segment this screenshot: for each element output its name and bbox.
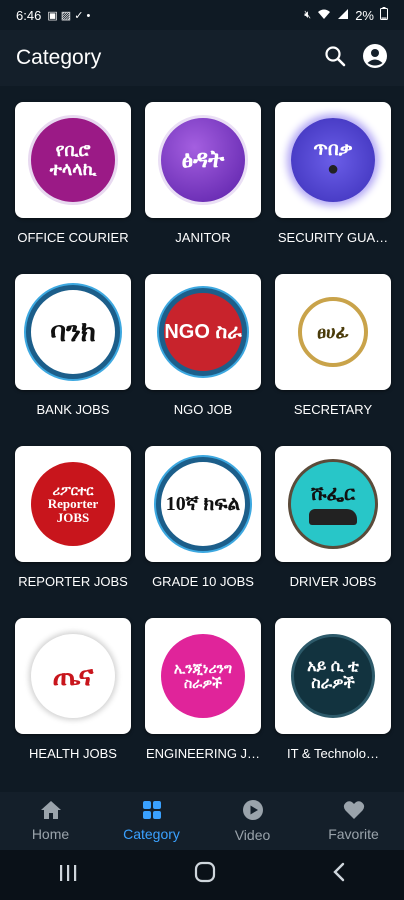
car-icon: [309, 508, 357, 525]
bank-jobs-logo: ባንክ: [26, 285, 120, 379]
status-right: 🔇︎ 2%: [304, 7, 388, 23]
category-label: OFFICE COURIER: [17, 230, 129, 245]
nav-favorite[interactable]: Favorite: [309, 800, 399, 842]
notification-icons: ▣ ▨ ✓ •: [47, 9, 91, 22]
category-card-reporter-jobs[interactable]: ሪፖርተር Reporter JOBS: [15, 446, 131, 562]
category-label: REPORTER JOBS: [18, 574, 128, 589]
engineering-jobs-logo: ኢንጂነሪንግ ስራዎች: [161, 634, 245, 718]
health-jobs-logo: ጤና: [31, 634, 115, 718]
category-card-janitor[interactable]: ፅዳት: [145, 102, 261, 218]
category-card-health-jobs[interactable]: ጤና: [15, 618, 131, 734]
app-actions: [324, 43, 388, 74]
recent-apps-icon[interactable]: [58, 862, 78, 888]
nav-favorite-label: Favorite: [328, 826, 379, 842]
ngo-job-logo: NGO ስራ: [159, 288, 247, 376]
search-icon[interactable]: [324, 45, 346, 72]
category-card-bank-jobs[interactable]: ባንክ: [15, 274, 131, 390]
grid-icon: [142, 800, 162, 823]
category-label: DRIVER JOBS: [289, 574, 377, 589]
soldier-icon: ●: [326, 158, 340, 181]
back-icon[interactable]: [332, 862, 346, 888]
category-label: ENGINEERING J…: [145, 746, 261, 761]
category-label: BANK JOBS: [36, 402, 110, 417]
nav-video[interactable]: Video: [208, 799, 298, 843]
reporter-jobs-logo-text: ሪፖርተር Reporter JOBS: [47, 482, 99, 525]
status-time: 6:46: [16, 7, 42, 23]
category-card-it-technology[interactable]: አይ ሲ ቲ ስራዎች: [275, 618, 391, 734]
nav-category-label: Category: [123, 826, 180, 842]
play-icon: [242, 799, 264, 824]
janitor-logo-text: ፅዳት: [181, 146, 225, 174]
category-card-driver-jobs[interactable]: ሹፌር: [275, 446, 391, 562]
category-card-grade-10-jobs[interactable]: 10ኛ ክፍል: [145, 446, 261, 562]
wifi-icon: [317, 8, 331, 23]
home-icon: [40, 800, 62, 823]
grade-10-jobs-logo-text: 10ኛ ክፍል: [165, 492, 241, 515]
account-icon[interactable]: [362, 43, 388, 74]
reporter-jobs-logo: ሪፖርተር Reporter JOBS: [31, 462, 115, 546]
driver-jobs-logo: ሹፌር: [288, 459, 378, 549]
janitor-logo: ፅዳት: [158, 115, 248, 205]
page-title: Category: [16, 46, 102, 69]
category-label: SECURITY GUA…: [277, 230, 389, 245]
heart-icon: [343, 800, 365, 823]
office-courier-logo: የቢሮ ተላላኪ: [28, 115, 118, 205]
battery-percent: 2%: [355, 7, 374, 23]
secretary-logo: ፀሀፊ: [298, 297, 368, 367]
status-left: 6:46 ▣ ▨ ✓ •: [16, 8, 90, 23]
app-bar: Category: [0, 30, 404, 86]
nav-video-label: Video: [234, 827, 271, 843]
category-label: IT & Technolo…: [286, 746, 379, 761]
driver-jobs-logo-text: ሹፌር: [310, 482, 356, 505]
bottom-nav: Home Category Video Favorite: [0, 792, 404, 850]
nav-home-label: Home: [31, 826, 70, 842]
bank-jobs-logo-text: ባንክ: [50, 316, 96, 348]
security-guard-logo-text: ጥበቃ: [313, 138, 353, 160]
category-label: GRADE 10 JOBS: [152, 574, 254, 589]
category-card-security-guard[interactable]: ጥበቃ ●: [275, 102, 391, 218]
category-card-ngo-job[interactable]: NGO ስራ: [145, 274, 261, 390]
category-label: NGO JOB: [173, 402, 233, 417]
category-card-office-courier[interactable]: የቢሮ ተላላኪ: [15, 102, 131, 218]
category-card-secretary[interactable]: ፀሀፊ: [275, 274, 391, 390]
system-nav-bar: [0, 850, 404, 900]
nav-home[interactable]: Home: [6, 800, 96, 842]
engineering-jobs-logo-text: ኢንጂነሪንግ ስራዎች: [173, 660, 233, 691]
security-guard-logo: ጥበቃ ●: [291, 118, 375, 202]
category-card-engineering-jobs[interactable]: ኢንጂነሪንግ ስራዎች: [145, 618, 261, 734]
category-label: HEALTH JOBS: [29, 746, 117, 761]
category-label: JANITOR: [175, 230, 231, 245]
signal-icon: [337, 8, 349, 23]
status-bar: 6:46 ▣ ▨ ✓ • 🔇︎ 2%: [0, 0, 404, 30]
mute-icon: 🔇︎: [304, 8, 312, 21]
grade-10-jobs-logo: 10ኛ ክፍል: [156, 457, 250, 551]
secretary-logo-text: ፀሀፊ: [317, 321, 349, 342]
office-courier-logo-text: የቢሮ ተላላኪ: [49, 140, 97, 179]
battery-icon: [380, 7, 388, 23]
nav-category[interactable]: Category: [107, 800, 197, 842]
ngo-job-logo-text: NGO ስራ: [164, 320, 242, 343]
category-label: SECRETARY: [293, 402, 373, 417]
it-technology-logo: አይ ሲ ቲ ስራዎች: [291, 634, 375, 718]
it-technology-logo-text: አይ ሲ ቲ ስራዎች: [307, 658, 359, 692]
home-button-icon[interactable]: [194, 861, 216, 889]
health-jobs-logo-text: ጤና: [52, 660, 94, 692]
